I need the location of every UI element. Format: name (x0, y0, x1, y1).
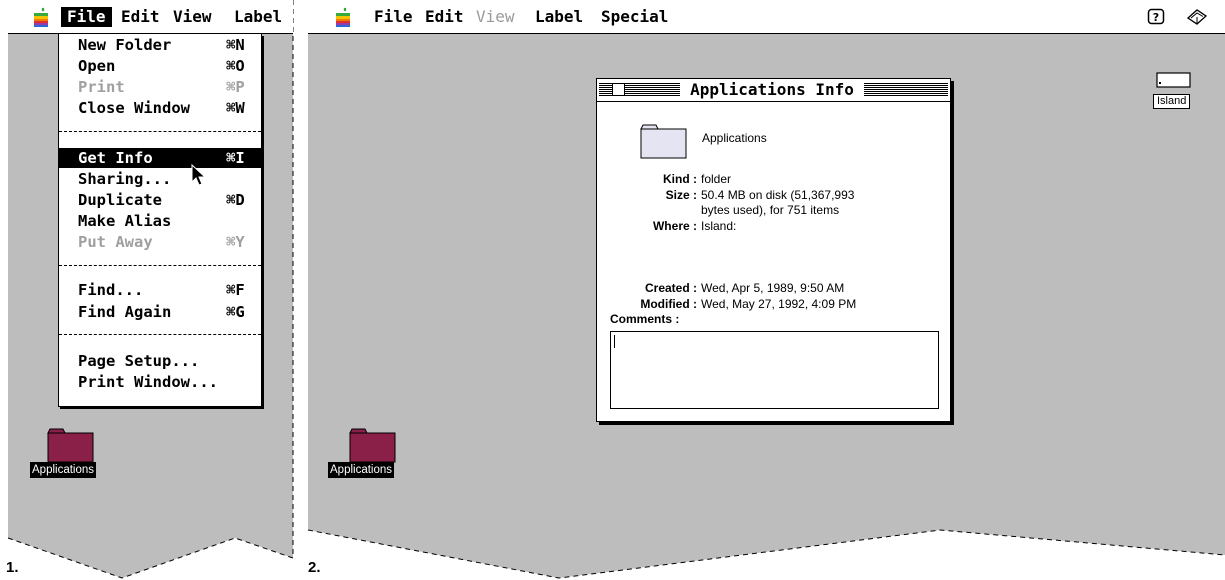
menu-edit[interactable]: Edit (121, 7, 160, 27)
menu-item-find-again[interactable]: Find Again ⌘G (59, 302, 261, 322)
modified-value: Wed, May 27, 1992, 4:09 PM (701, 297, 857, 311)
menu-item-print-window[interactable]: Print Window... (59, 372, 261, 392)
menu-item-find[interactable]: Find... ⌘F (59, 280, 261, 300)
application-menu-icon[interactable] (1186, 8, 1208, 26)
where-value: Island: (701, 219, 737, 233)
menu-item-close-window[interactable]: Close Window ⌘W (59, 98, 261, 118)
menu-item-make-alias[interactable]: Make Alias (59, 211, 261, 231)
menu-item-get-info[interactable]: Get Info ⌘I (59, 148, 261, 168)
menu-item-print: Print ⌘P (78, 78, 245, 96)
kind-key: Kind : (663, 172, 697, 186)
arrow-cursor-icon (191, 164, 207, 186)
comments-label: Comments : (610, 312, 680, 326)
where-key: Where : (652, 219, 697, 233)
menu-separator (59, 131, 261, 132)
menu-item-new-folder[interactable]: New Folder ⌘N (59, 35, 261, 55)
created-value: Wed, Apr 5, 1989, 9:50 AM (701, 281, 845, 295)
modified-key: Modified : (640, 297, 697, 311)
menu-item-duplicate[interactable]: Duplicate ⌘D (59, 190, 261, 210)
menu-item-open[interactable]: Open ⌘O (59, 56, 261, 76)
menu-edit[interactable]: Edit (425, 7, 464, 27)
volume-label[interactable]: Island (1153, 94, 1191, 109)
text-caret (614, 335, 615, 348)
svg-text:?: ? (1153, 11, 1159, 24)
item-name: Applications (702, 131, 767, 145)
window-title: Applications Info (680, 80, 864, 100)
menu-file[interactable]: File (374, 7, 413, 27)
panel-number: 2. (308, 559, 321, 576)
menu-item-put-away: Put Away ⌘Y (78, 233, 245, 251)
menu-separator (59, 334, 261, 335)
menu-item-page-setup[interactable]: Page Setup... (59, 351, 261, 371)
menu-label[interactable]: Label (234, 7, 282, 27)
comments-field[interactable] (610, 331, 939, 409)
close-box[interactable] (612, 83, 625, 96)
menu-bar: File Edit View Label (8, 0, 293, 34)
menu-view[interactable]: View (476, 7, 515, 27)
menu-separator (59, 265, 261, 266)
menu-special[interactable]: Special (601, 7, 668, 27)
window-title-bar[interactable]: Applications Info (597, 79, 950, 102)
hard-disk-icon[interactable] (1156, 72, 1192, 94)
file-menu-dropdown: New Folder ⌘N Open ⌘O Print ⌘P Close Win… (58, 34, 262, 407)
size-key: Size : (665, 188, 697, 202)
desktop-icon-label[interactable]: Applications (328, 462, 395, 478)
apple-menu-icon[interactable] (334, 7, 352, 27)
panel-1-file-menu: File Edit View Label New Folder ⌘N Open … (0, 0, 296, 580)
menu-file[interactable]: File (61, 7, 112, 27)
folder-icon[interactable] (349, 427, 397, 463)
panel-number: 1. (6, 559, 19, 576)
menu-view[interactable]: View (173, 7, 212, 27)
created-key: Created : (644, 281, 697, 295)
size-value: 50.4 MB on disk (51,367,993 (701, 188, 855, 202)
kind-value: folder (701, 172, 732, 186)
menu-item-sharing[interactable]: Sharing... (59, 169, 261, 189)
folder-icon (640, 124, 687, 159)
size-value-line2: bytes used), for 751 items (701, 203, 840, 217)
apple-menu-icon[interactable] (32, 7, 50, 27)
panel-2-info-window: File Edit View Label Special ? Applicati… (304, 0, 1225, 580)
folder-icon[interactable] (47, 427, 95, 463)
menu-bar: File Edit View Label Special ? (308, 0, 1225, 34)
desktop-icon-label[interactable]: Applications (30, 462, 97, 478)
help-icon[interactable]: ? (1147, 8, 1167, 26)
info-window: Applications Info Applications Kind : fo… (596, 78, 951, 422)
menu-label[interactable]: Label (535, 7, 583, 27)
